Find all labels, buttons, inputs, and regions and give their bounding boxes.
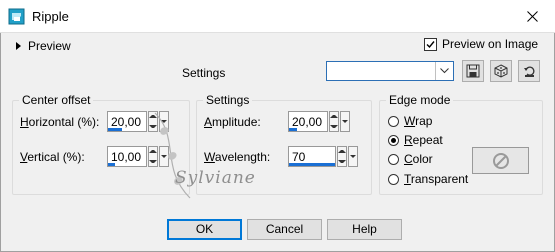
checkmark-icon [426, 40, 435, 48]
radio-circle [388, 153, 399, 165]
wavelength-label: Wavelength: [204, 150, 270, 164]
wavelength-label-text: avelength: [214, 150, 271, 164]
expand-arrow-icon [16, 42, 21, 50]
edge-mode-transparent-label: Transparent [404, 172, 469, 186]
edge-mode-title: Edge mode [386, 93, 454, 107]
window-title: Ripple [32, 9, 69, 24]
preview-on-image-checkbox[interactable]: Preview on Image [424, 37, 538, 51]
edge-mode-repeat-label: Repeat [404, 133, 443, 147]
wavelength-dropdown-button[interactable] [348, 146, 358, 167]
horizontal-spinner[interactable] [148, 111, 158, 132]
spin-down-icon[interactable] [149, 157, 157, 167]
wavelength-input[interactable]: 70 [288, 146, 336, 167]
edge-mode-repeat-radio[interactable]: Repeat [388, 133, 443, 147]
edge-mode-transparent-radio[interactable]: Transparent [388, 172, 468, 186]
watermark-text: Sylviane [175, 168, 256, 188]
spin-up-icon[interactable] [330, 112, 338, 122]
edge-mode-color-radio[interactable]: Color [388, 152, 433, 166]
preview-expander[interactable]: Preview [16, 39, 71, 53]
wavelength-value: 70 [292, 150, 306, 164]
horizontal-dropdown-button[interactable] [159, 111, 169, 132]
horizontal-value: 20,00 [111, 115, 142, 129]
amplitude-dropdown-button[interactable] [340, 111, 350, 132]
spin-down-icon[interactable] [330, 122, 338, 132]
spin-up-icon[interactable] [149, 112, 157, 122]
reset-icon [524, 66, 535, 77]
chevron-down-icon [161, 120, 167, 123]
close-button[interactable] [509, 0, 555, 33]
horizontal-label: Horizontal (%): [20, 115, 99, 129]
vertical-spinner[interactable] [148, 146, 158, 167]
amplitude-mnemonic: A [204, 115, 213, 129]
chevron-down-icon [350, 155, 356, 158]
edge-mode-wrap-label: Wrap [404, 114, 433, 128]
preset-dropdown[interactable] [326, 61, 454, 81]
no-color-icon [492, 152, 509, 169]
chevron-down-icon [435, 62, 453, 80]
close-icon [526, 11, 538, 22]
chevron-down-icon [342, 120, 348, 123]
app-icon [8, 8, 25, 25]
radio-circle [388, 115, 399, 127]
amplitude-label: Amplitude: [204, 115, 261, 129]
vertical-level-bar [108, 163, 115, 166]
reset-button[interactable] [518, 60, 540, 82]
wavelength-level-bar [289, 163, 335, 166]
vertical-value: 10,00 [111, 150, 142, 164]
edge-mode-wrap-radio[interactable]: Wrap [388, 114, 432, 128]
vertical-input[interactable]: 10,00 [107, 146, 147, 167]
amplitude-label-text: mplitude: [212, 115, 261, 129]
edge-color-swatch[interactable] [472, 147, 529, 174]
horizontal-level-bar [108, 128, 122, 131]
ok-button[interactable]: OK [167, 219, 242, 240]
radio-circle-selected [388, 134, 399, 146]
horizontal-label-text: orizontal (%): [28, 115, 100, 129]
save-icon [466, 64, 480, 78]
amplitude-input[interactable]: 20,00 [288, 111, 328, 132]
edge-mode-color-label: Color [404, 152, 433, 166]
horizontal-mnemonic: H [20, 115, 29, 129]
spin-up-icon[interactable] [338, 147, 346, 157]
vertical-dropdown-button[interactable] [159, 146, 169, 167]
randomize-button[interactable] [490, 60, 512, 82]
help-button[interactable]: Help [327, 219, 402, 240]
presets-label: Settings [182, 66, 226, 80]
title-bar: Ripple [0, 0, 555, 33]
cancel-button[interactable]: Cancel [247, 219, 322, 240]
spin-down-icon[interactable] [149, 122, 157, 132]
preview-on-image-label: Preview on Image [442, 37, 539, 51]
center-offset-title: Center offset [19, 93, 94, 107]
preview-label: Preview [28, 39, 71, 53]
save-preset-button[interactable] [462, 60, 484, 82]
dice-icon [494, 64, 508, 78]
radio-circle [388, 173, 399, 185]
wavelength-mnemonic: W [204, 150, 215, 164]
spin-up-icon[interactable] [149, 147, 157, 157]
amplitude-spinner[interactable] [329, 111, 339, 132]
amplitude-level-bar [289, 128, 297, 131]
amplitude-value: 20,00 [292, 115, 323, 129]
checkbox-box [424, 37, 437, 51]
chevron-down-icon [161, 155, 167, 158]
wavelength-spinner[interactable] [337, 146, 347, 167]
vertical-label-text: ertical (%): [27, 150, 85, 164]
spin-down-icon[interactable] [338, 157, 346, 167]
horizontal-input[interactable]: 20,00 [107, 111, 147, 132]
vertical-label: Vertical (%): [20, 150, 85, 164]
settings-title: Settings [203, 93, 253, 107]
